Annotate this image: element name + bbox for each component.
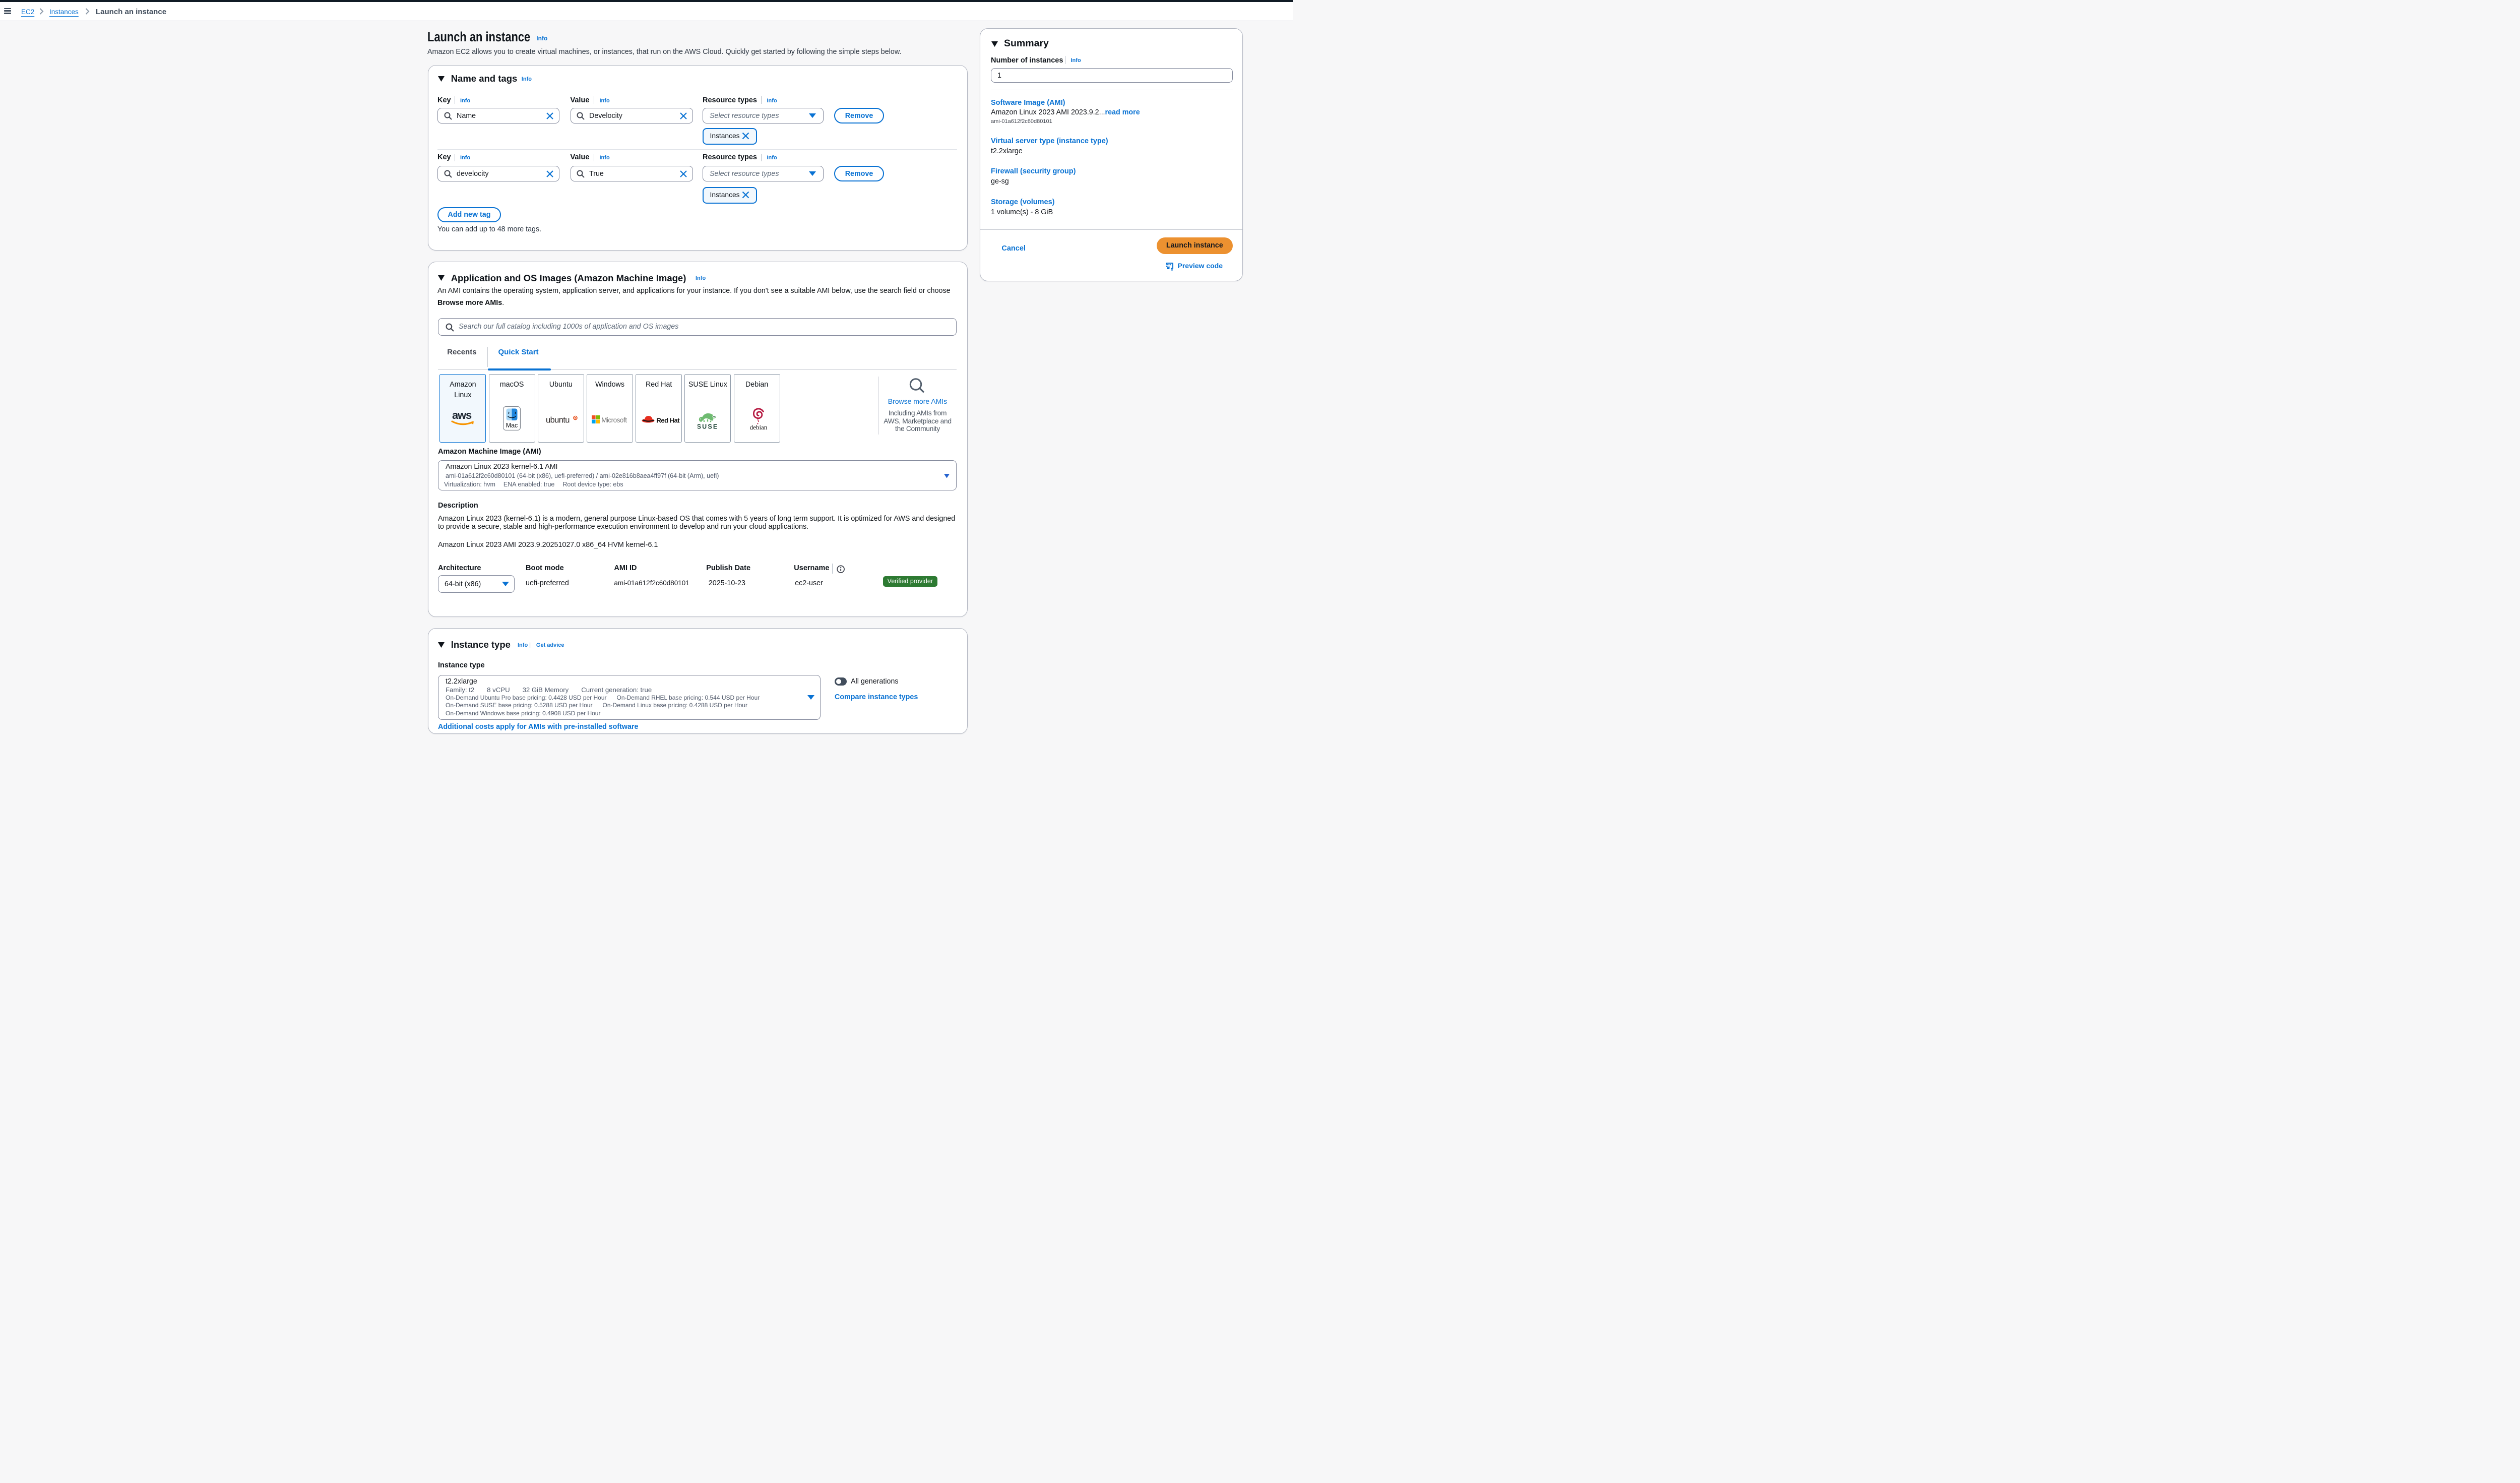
svg-text:Microsoft: Microsoft	[601, 416, 627, 424]
svg-text:Red Hat: Red Hat	[657, 417, 680, 424]
svg-text:ubuntu: ubuntu	[546, 416, 570, 425]
svg-text:SUSE: SUSE	[698, 423, 718, 430]
svg-text:Mac: Mac	[506, 422, 518, 429]
svg-text:aws: aws	[452, 409, 472, 421]
svg-text:debian: debian	[750, 423, 768, 430]
